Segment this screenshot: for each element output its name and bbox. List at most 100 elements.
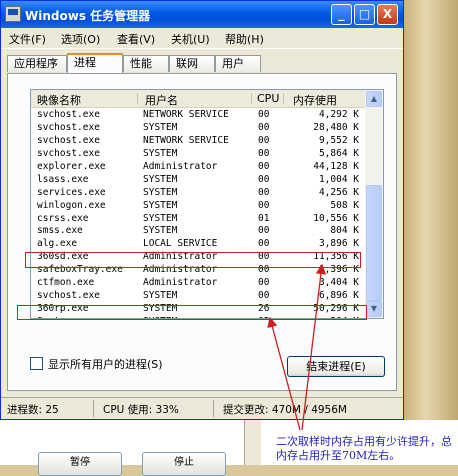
process-user: SYSTEM [143,173,178,185]
process-row[interactable]: svchost.exe SYSTEM 00 28,480 K [31,121,365,134]
window-title: Windows 任务管理器 [25,9,151,23]
process-user: SYSTEM [143,147,178,159]
process-memory: 5,864 K [318,147,359,159]
process-memory: 1,004 K [318,173,359,185]
column-divider[interactable] [251,93,252,104]
process-name: alg.exe [37,238,78,250]
process-list[interactable]: 映像名称 用户名 CPU 内存使用 svchost.exe NETWORK SER… [30,89,384,319]
menu-view[interactable]: 查看(V) [117,31,155,47]
tab-strip: 应用程序 进程 性能 联网 用户 [7,53,397,73]
process-row[interactable]: lsass.exe SYSTEM 00 1,004 K [31,173,365,186]
menu-bar: 文件(F) 选项(O) 查看(V) 关机(U) 帮助(H) [1,28,403,49]
column-divider[interactable] [283,93,284,104]
process-row[interactable]: explorer.exe Administrator 00 44,128 K [31,160,365,173]
column-cpu[interactable]: CPU [257,92,279,105]
column-memory[interactable]: 内存使用 [293,92,337,108]
process-name: svchost.exe [37,290,100,302]
process-user: SYSTEM [143,199,178,211]
minimize-button[interactable]: _ [331,4,352,25]
process-cpu: 00 [258,160,270,172]
process-memory: 4,256 K [318,186,359,198]
process-row[interactable]: svchost.exe SYSTEM 00 5,864 K [31,147,365,160]
stop-button[interactable]: 停止 [142,452,226,476]
process-row[interactable]: smss.exe SYSTEM 00 804 K [31,224,365,237]
process-name: smss.exe [37,225,83,237]
process-user: SYSTEM [143,121,178,133]
process-row[interactable]: ctfmon.exe Administrator 00 3,404 K [31,276,365,289]
highlight-box-360sd [25,252,361,268]
menu-options[interactable]: 选项(O) [61,31,100,47]
process-name: winlogon.exe [37,199,106,211]
pause-button[interactable]: 暂停 [38,452,122,476]
desktop-background [404,0,458,465]
tab-processes[interactable]: 进程 [67,53,123,73]
tab-applications[interactable]: 应用程序 [7,55,67,72]
scroll-thumb[interactable] [366,185,382,301]
process-cpu: 00 [258,186,270,198]
process-row[interactable]: services.exe SYSTEM 00 4,256 K [31,186,365,199]
process-name: services.exe [37,186,106,198]
annotation-text: 二次取样时内存占用有少许提升，总内存占用升至70M左右。 [276,435,452,462]
tab-users[interactable]: 用户 [215,55,261,72]
process-row[interactable]: svchost.exe NETWORK SERVICE 00 9,552 K [31,134,365,147]
status-bar: 进程数: 25 CPU 使用: 33% 提交更改: 470M / 4956M [1,397,403,419]
process-row[interactable]: alg.exe LOCAL SERVICE 00 3,896 K [31,237,365,250]
menu-help[interactable]: 帮助(H) [225,31,264,47]
background-scrollbar [244,420,261,465]
process-row[interactable]: svchost.exe SYSTEM 00 6,896 K [31,289,365,302]
tab-performance[interactable]: 性能 [123,55,169,72]
process-name: svchost.exe [37,147,100,159]
column-user-name[interactable]: 用户名 [145,92,178,108]
task-manager-window: Windows 任务管理器 _ □ X 文件(F) 选项(O) 查看(V) 关机… [0,0,404,420]
process-cpu: 00 [258,121,270,133]
vertical-scrollbar[interactable]: ▲ ▼ [365,90,383,318]
process-cpu: 00 [258,173,270,185]
column-divider[interactable] [137,93,138,104]
process-user: SYSTEM [143,186,178,198]
process-cpu: 00 [258,238,270,250]
process-cpu: 00 [258,134,270,146]
process-memory: 6,896 K [318,290,359,302]
process-user: NETWORK SERVICE [143,134,229,146]
process-user: NETWORK SERVICE [143,109,229,120]
process-cpu: 01 [258,212,270,224]
process-cpu: 00 [258,147,270,159]
task-manager-icon [5,6,21,22]
status-cpu-usage: CPU 使用: 33% [103,404,179,416]
process-cpu: 00 [258,290,270,302]
process-row[interactable]: winlogon.exe SYSTEM 00 508 K [31,199,365,212]
process-name: svchost.exe [37,109,100,120]
process-memory: 44,128 K [313,160,359,172]
show-all-users-label: 显示所有用户的进程(S) [48,358,163,371]
menu-shutdown[interactable]: 关机(U) [171,31,210,47]
process-row[interactable]: svchost.exe NETWORK SERVICE 00 4,292 K [31,108,365,121]
checkbox-box[interactable] [30,357,43,370]
process-memory: 28,480 K [313,121,359,133]
process-name: ctfmon.exe [37,277,95,289]
process-rows: svchost.exe NETWORK SERVICE 00 4,292 Ksvcho… [31,108,365,318]
process-user: Administrator [143,160,218,172]
maximize-button[interactable]: □ [354,4,375,25]
processes-panel: 映像名称 用户名 CPU 内存使用 svchost.exe NETWORK SER… [7,73,397,391]
process-cpu: 00 [258,277,270,289]
process-memory: 804 K [330,225,359,237]
end-process-button[interactable]: 结束进程(E) [287,356,385,377]
process-memory: 10,556 K [313,212,359,224]
process-cpu: 00 [258,225,270,237]
menu-file[interactable]: 文件(F) [9,31,46,47]
process-memory: 3,896 K [318,238,359,250]
status-divider [213,400,214,417]
process-name: csrss.exe [37,212,89,224]
scroll-up-button[interactable]: ▲ [366,91,382,107]
title-bar[interactable]: Windows 任务管理器 _ □ X [1,1,403,28]
close-button[interactable]: X [377,4,398,25]
scroll-down-button[interactable]: ▼ [366,301,382,317]
process-user: LOCAL SERVICE [143,238,218,250]
process-list-header: 映像名称 用户名 CPU 内存使用 [31,90,365,108]
process-name: svchost.exe [37,121,100,133]
process-row[interactable]: csrss.exe SYSTEM 01 10,556 K [31,212,365,225]
show-all-users-checkbox[interactable]: 显示所有用户的进程(S) [30,356,163,372]
tab-networking[interactable]: 联网 [169,55,215,72]
process-cpu: 00 [258,199,270,211]
column-image-name[interactable]: 映像名称 [37,92,81,108]
